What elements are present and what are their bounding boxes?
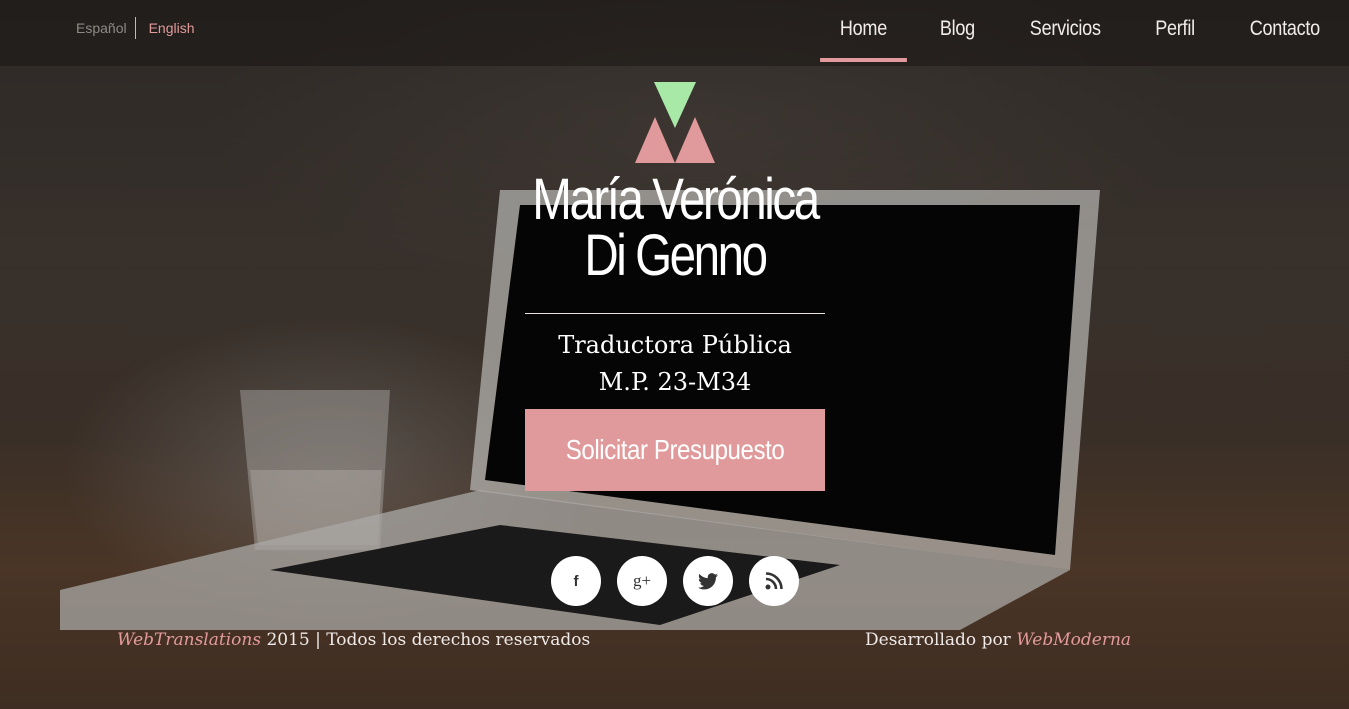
facebook-link[interactable]: f	[551, 556, 601, 606]
footer-copyright: WebTranslations 2015 | Todos los derecho…	[117, 630, 590, 650]
nav-item-contacto[interactable]: Contacto	[1230, 0, 1340, 61]
subtitle: Traductora Pública M.P. 23-M34	[475, 327, 875, 401]
facebook-icon: f	[573, 572, 579, 590]
language-english-link[interactable]: English	[136, 17, 195, 39]
nav-item-servicios[interactable]: Servicios	[1010, 0, 1121, 61]
language-switcher: Español English	[76, 17, 195, 39]
twitter-link[interactable]	[683, 556, 733, 606]
subtitle-role: Traductora Pública	[558, 331, 792, 359]
social-links: f g+	[551, 556, 799, 606]
footer-developer-link[interactable]: WebModerna	[1016, 630, 1131, 650]
site-title: María Verónica Di Genno	[507, 167, 843, 288]
nav-item-blog[interactable]: Blog	[920, 0, 995, 61]
nav-item-perfil[interactable]: Perfil	[1136, 0, 1215, 61]
request-quote-label: Solicitar Presupuesto	[565, 434, 785, 465]
subtitle-license: M.P. 23-M34	[598, 368, 752, 396]
google-plus-link[interactable]: g+	[617, 556, 667, 606]
site-title-line1: María Verónica	[532, 167, 820, 232]
main-nav: Home Blog Servicios Perfil Contacto	[813, 0, 1349, 62]
google-plus-icon: g+	[632, 571, 652, 590]
request-quote-button[interactable]: Solicitar Presupuesto	[525, 409, 825, 491]
twitter-icon	[698, 572, 718, 589]
footer-brand-link[interactable]: WebTranslations	[117, 630, 261, 650]
language-spanish-link[interactable]: Español	[76, 17, 136, 39]
footer-rights: 2015 | Todos los derechos reservados	[266, 630, 591, 650]
logo-triangles-icon	[635, 82, 715, 163]
rss-link[interactable]	[749, 556, 799, 606]
footer-developed-by: Desarrollado por	[865, 630, 1011, 650]
footer-credits: Desarrollado por WebModerna	[865, 630, 1131, 650]
site-title-line2: Di Genno	[584, 223, 768, 288]
rss-icon	[765, 572, 783, 590]
nav-item-home[interactable]: Home	[820, 0, 907, 62]
title-divider	[525, 313, 825, 314]
